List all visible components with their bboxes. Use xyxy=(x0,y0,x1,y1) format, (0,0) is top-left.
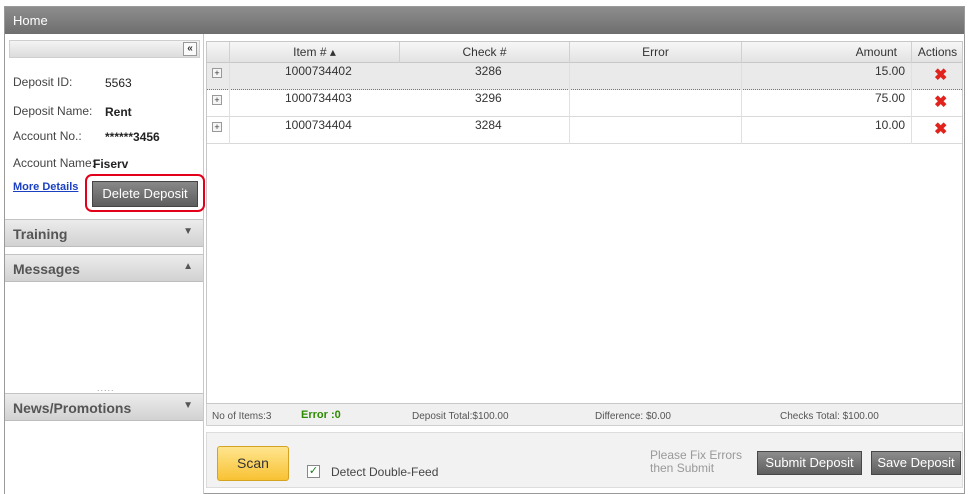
column-actions: Actions xyxy=(911,42,963,63)
difference: Difference: $0.00 xyxy=(595,411,671,422)
home-title[interactable]: Home xyxy=(13,13,48,28)
expand-row-icon[interactable]: + xyxy=(212,122,222,132)
account-name-value: Fiserv xyxy=(93,157,129,171)
sidebar-header: « xyxy=(9,40,200,58)
detect-double-feed-checkbox[interactable]: ✓ xyxy=(307,465,320,478)
column-item[interactable]: Item # ▴ xyxy=(229,42,399,63)
account-name-label: Account Name: xyxy=(13,156,96,170)
collapse-arrow-icon[interactable]: ▼ xyxy=(183,226,193,237)
delete-item-icon[interactable]: ✖ xyxy=(934,122,947,138)
fix-note-line-2: then Submit xyxy=(650,461,715,475)
expand-row-icon[interactable]: + xyxy=(212,68,222,78)
app-window: Home « Deposit ID: 5563 Deposit Name: Re… xyxy=(4,6,965,494)
scan-button[interactable]: Scan xyxy=(217,446,289,481)
deposit-id-label: Deposit ID: xyxy=(13,75,73,89)
check-number: 3296 xyxy=(475,91,502,105)
column-amount[interactable]: Amount xyxy=(741,42,911,63)
error-count: Error :0 xyxy=(301,409,341,421)
highlight-annotation xyxy=(85,174,205,212)
detect-double-feed-label[interactable]: Detect Double-Feed xyxy=(331,465,438,479)
item-number: 1000734403 xyxy=(285,91,352,105)
news-section-header[interactable]: News/Promotions ▼ xyxy=(5,393,203,421)
top-bar: Home xyxy=(5,7,964,34)
main-panel: Item # ▴ Check # Error Amount Actions + … xyxy=(205,34,966,494)
save-deposit-button[interactable]: Save Deposit xyxy=(871,451,961,475)
resize-grip-icon[interactable]: ..... xyxy=(97,383,115,393)
more-details-link[interactable]: More Details xyxy=(13,181,78,193)
table-row[interactable]: + 1000734402 3286 15.00 ✖ xyxy=(207,63,962,90)
delete-item-icon[interactable]: ✖ xyxy=(934,68,947,84)
table-row[interactable]: + 1000734404 3284 10.00 ✖ xyxy=(207,117,962,144)
deposit-name-value: Rent xyxy=(105,105,132,119)
fix-errors-note: Please Fix Errors then Submit xyxy=(650,449,742,475)
collapse-sidebar-icon[interactable]: « xyxy=(183,42,197,56)
account-no-label: Account No.: xyxy=(13,129,82,143)
amount-cell: 10.00 xyxy=(874,118,905,132)
messages-section-header[interactable]: Messages ▲ xyxy=(5,254,203,282)
expand-arrow-icon[interactable]: ▲ xyxy=(183,261,193,272)
column-error[interactable]: Error xyxy=(569,42,741,63)
deposit-name-label: Deposit Name: xyxy=(13,104,93,118)
amount-cell: 15.00 xyxy=(874,64,905,78)
column-check[interactable]: Check # xyxy=(399,42,569,63)
expand-row-icon[interactable]: + xyxy=(212,95,222,105)
news-title: News/Promotions xyxy=(13,400,132,416)
check-number: 3286 xyxy=(475,64,502,78)
messages-title: Messages xyxy=(13,261,80,277)
training-title: Training xyxy=(13,226,68,242)
deposit-total: Deposit Total:$100.00 xyxy=(412,411,509,422)
delete-item-icon[interactable]: ✖ xyxy=(934,95,947,111)
account-no-value: ******3456 xyxy=(105,130,160,144)
grid-header: Item # ▴ Check # Error Amount Actions xyxy=(207,42,962,63)
items-grid: Item # ▴ Check # Error Amount Actions + … xyxy=(206,41,963,404)
item-number: 1000734402 xyxy=(285,64,352,78)
item-count: No of Items:3 xyxy=(212,411,272,422)
action-bar: Scan ✓ Detect Double-Feed Please Fix Err… xyxy=(206,432,963,488)
submit-deposit-button[interactable]: Submit Deposit xyxy=(757,451,862,475)
check-number: 3284 xyxy=(475,118,502,132)
deposit-id-value: 5563 xyxy=(105,76,132,90)
totals-bar: No of Items:3 Error :0 Deposit Total:$10… xyxy=(206,404,963,426)
item-number: 1000734404 xyxy=(285,118,352,132)
table-row[interactable]: + 1000734403 3296 75.00 ✖ xyxy=(207,90,962,117)
collapse-arrow-icon[interactable]: ▼ xyxy=(183,400,193,411)
amount-cell: 75.00 xyxy=(874,91,905,105)
checks-total: Checks Total: $100.00 xyxy=(780,411,879,422)
training-section-header[interactable]: Training ▼ xyxy=(5,219,203,247)
sidebar: « Deposit ID: 5563 Deposit Name: Rent Ac… xyxy=(5,34,205,494)
